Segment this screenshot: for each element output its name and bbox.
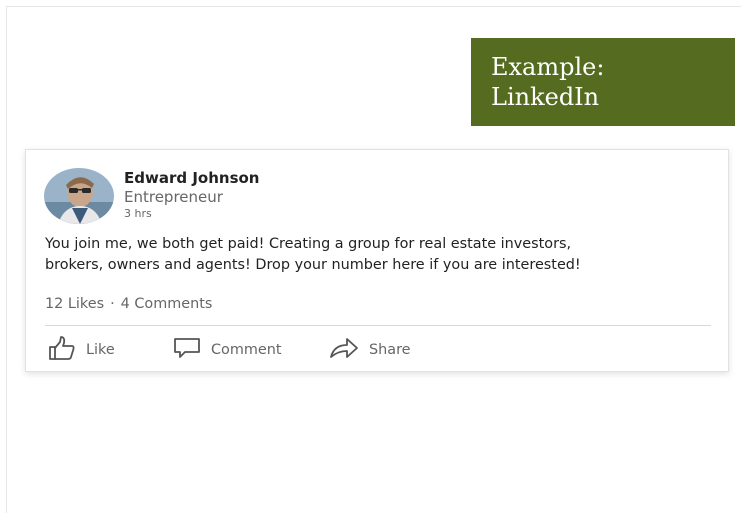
- example-label: Example: LinkedIn: [471, 38, 735, 126]
- share-button[interactable]: Share: [329, 336, 411, 364]
- like-label: Like: [86, 342, 115, 358]
- likes-count[interactable]: 12 Likes: [45, 296, 104, 312]
- post-text-line: brokers, owners and agents! Drop your nu…: [45, 257, 581, 273]
- post-text-line: You join me, we both get paid! Creating …: [45, 236, 572, 252]
- author-name[interactable]: Edward Johnson: [124, 169, 259, 187]
- avatar[interactable]: [44, 168, 114, 224]
- share-label: Share: [369, 342, 411, 358]
- comments-count[interactable]: 4 Comments: [121, 296, 213, 312]
- divider: [45, 325, 711, 326]
- engagement-counts: 12 Likes · 4 Comments: [45, 296, 212, 312]
- comment-icon: [173, 336, 211, 364]
- thumbs-up-icon: [48, 335, 86, 365]
- like-button[interactable]: Like: [48, 336, 115, 364]
- post-time: 3 hrs: [124, 207, 152, 220]
- comment-button[interactable]: Comment: [173, 336, 282, 364]
- post-card: Edward Johnson Entrepreneur 3 hrs You jo…: [25, 149, 729, 372]
- post-text: You join me, we both get paid! Creating …: [45, 234, 715, 276]
- separator-dot: ·: [110, 296, 115, 312]
- comment-label: Comment: [211, 342, 282, 358]
- author-title: Entrepreneur: [124, 188, 223, 206]
- share-icon: [329, 336, 369, 364]
